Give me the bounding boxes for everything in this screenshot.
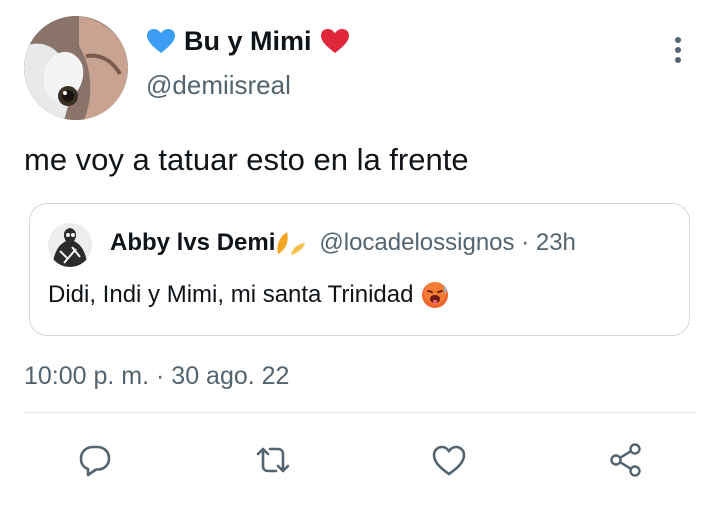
red-heart-icon	[320, 29, 349, 53]
retweet-button[interactable]	[253, 440, 293, 480]
quote-text-content: Didi, Indi y Mimi, mi santa Trinidad	[48, 281, 414, 308]
retweet-icon	[256, 447, 290, 473]
reply-icon	[79, 445, 111, 477]
author-handle[interactable]: @demiisreal	[146, 69, 291, 101]
share-button[interactable]	[606, 440, 646, 480]
avatar[interactable]	[24, 16, 128, 120]
reply-button[interactable]	[75, 440, 115, 480]
sunflower-petal-icon	[277, 232, 306, 255]
like-icon	[432, 445, 466, 476]
quote-author-name[interactable]: Abby lvs Demi	[110, 227, 275, 259]
quote-header: Abby lvs Demi @locadelossignos · 23h	[110, 227, 576, 259]
quoted-tweet[interactable]: Abby lvs Demi @locadelossignos · 23h Did…	[29, 203, 690, 336]
quote-handle-time: @locadelossignos · 23h	[319, 229, 576, 256]
like-button[interactable]	[429, 440, 469, 480]
action-bar	[0, 436, 720, 486]
share-icon	[610, 443, 641, 477]
quote-text: Didi, Indi y Mimi, mi santa Trinidad	[48, 278, 449, 312]
divider	[24, 412, 696, 413]
author-name: Bu y Mimi	[184, 26, 312, 56]
tweet-timestamp[interactable]: 10:00 p. m. · 30 ago. 22	[24, 359, 289, 393]
quote-avatar[interactable]	[48, 223, 92, 267]
hot-face-icon	[422, 282, 449, 308]
more-options-icon[interactable]	[664, 34, 692, 66]
blue-heart-icon	[147, 29, 175, 53]
tweet-text: me voy a tatuar esto en la frente	[24, 142, 469, 177]
display-name[interactable]: Bu y Mimi	[146, 24, 350, 58]
